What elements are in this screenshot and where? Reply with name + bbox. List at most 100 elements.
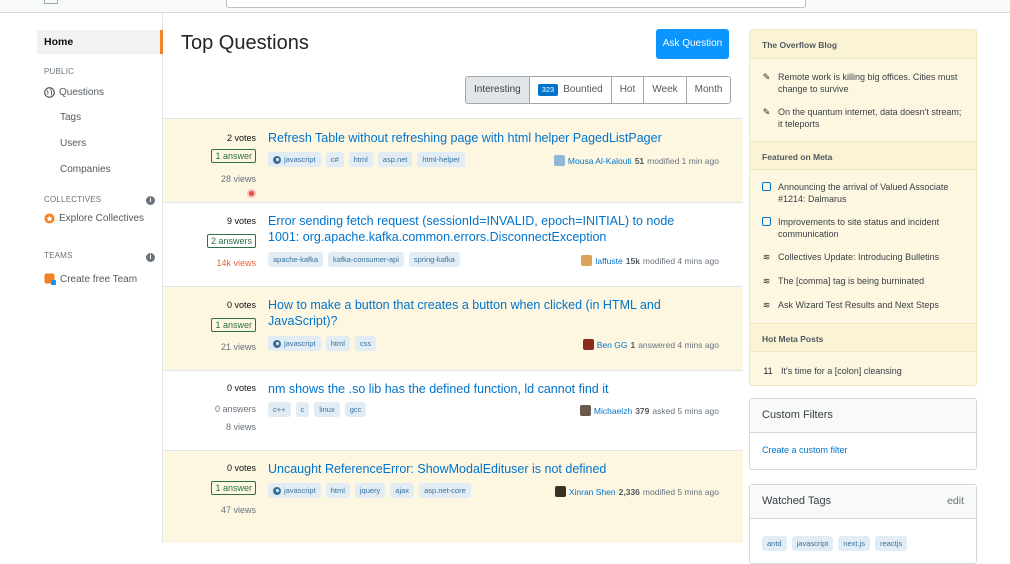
nav-companies[interactable]: Companies bbox=[60, 164, 111, 175]
nav-questions[interactable]: Questions bbox=[44, 87, 104, 98]
tag-aspnet[interactable]: asp.net bbox=[377, 152, 413, 167]
pencil-icon: ✎ bbox=[762, 72, 771, 82]
tag-html-helper[interactable]: html-helper bbox=[417, 152, 465, 167]
tag-html[interactable]: html bbox=[348, 152, 373, 167]
tag-javascript[interactable]: javascript bbox=[791, 536, 834, 551]
info-icon[interactable]: i bbox=[146, 196, 155, 205]
tag-aspnet-core[interactable]: asp.net-core bbox=[419, 483, 471, 498]
view-count: 47 views bbox=[220, 505, 256, 515]
edit-watched-tags-link[interactable]: edit bbox=[947, 495, 964, 507]
tag-jquery[interactable]: jquery bbox=[354, 483, 386, 498]
meta-item[interactable]: ≋ Collectives Update: Introducing Bulleti… bbox=[762, 251, 962, 263]
question-filter-tabs: Interesting 323 Bountied Hot Week Month bbox=[465, 76, 732, 104]
answer-count: 2 answers bbox=[206, 234, 256, 248]
tag-cpp[interactable]: c++ bbox=[268, 402, 291, 417]
activity-time: asked 5 mins ago bbox=[652, 405, 719, 416]
avatar[interactable] bbox=[554, 486, 566, 497]
search-input[interactable] bbox=[226, 0, 806, 8]
vote-count: 2 votes bbox=[226, 133, 256, 143]
tag-css[interactable]: css bbox=[354, 336, 377, 351]
user-name-link[interactable]: Ben GG bbox=[597, 340, 628, 350]
meta-item[interactable]: ≋ Ask Wizard Test Results and Next Steps bbox=[762, 299, 962, 311]
answer-count: 1 answer bbox=[211, 318, 256, 332]
page-title: Top Questions bbox=[181, 32, 309, 54]
tag-antd[interactable]: antd bbox=[762, 536, 787, 551]
avatar[interactable] bbox=[581, 255, 593, 266]
user-name-link[interactable]: Mousa Al-Kalouti bbox=[568, 156, 632, 166]
tag-label: javascript bbox=[284, 339, 316, 348]
info-icon[interactable]: i bbox=[146, 253, 155, 262]
answer-count: 1 answer bbox=[211, 481, 256, 495]
nav-tags[interactable]: Tags bbox=[60, 112, 81, 123]
meta-item-label: Announcing the arrival of Valued Associa… bbox=[778, 182, 949, 204]
tab-bountied[interactable]: 323 Bountied bbox=[529, 77, 612, 103]
tab-interesting[interactable]: Interesting bbox=[466, 77, 530, 103]
blog-widget: The Overflow Blog ✎ Remote work is killin… bbox=[749, 29, 977, 386]
meta-item[interactable]: Improvements to site status and incident… bbox=[762, 216, 962, 240]
tag-html[interactable]: html bbox=[325, 336, 350, 351]
tab-month[interactable]: Month bbox=[686, 77, 731, 103]
question-title-link[interactable]: How to make a button that creates a butt… bbox=[268, 297, 708, 329]
stack-icon: ≋ bbox=[762, 252, 771, 262]
answer-count: 1 answer bbox=[211, 149, 256, 163]
ask-question-button[interactable]: Ask Question bbox=[656, 29, 729, 59]
blog-item[interactable]: ✎ Remote work is killing big offices. Cit… bbox=[762, 71, 962, 95]
create-custom-filter-link[interactable]: Create a custom filter bbox=[750, 433, 976, 469]
nav-questions-label: Questions bbox=[59, 87, 105, 98]
menu-icon[interactable] bbox=[44, 0, 58, 4]
tag-javascript[interactable]: javascript bbox=[268, 483, 321, 498]
left-sidebar: Home PUBLIC Questions Tags Users Compani… bbox=[0, 13, 163, 543]
question-title-link[interactable]: Uncaught ReferenceError: ShowModalEditus… bbox=[268, 461, 708, 477]
tag-csharp[interactable]: c# bbox=[325, 152, 344, 167]
stack-icon: ≋ bbox=[762, 300, 771, 310]
tag-reactjs[interactable]: reactjs bbox=[874, 536, 908, 551]
tag-label: javascript bbox=[284, 155, 316, 164]
tag-javascript[interactable]: javascript bbox=[268, 152, 321, 167]
main-content: Top Questions Ask Question Interesting 3… bbox=[163, 13, 743, 543]
question-title-link[interactable]: Refresh Table without refreshing page wi… bbox=[268, 130, 708, 146]
tag-kafka-consumer-api[interactable]: kafka-consumer-api bbox=[328, 252, 404, 267]
avatar[interactable] bbox=[582, 339, 594, 350]
tab-hot[interactable]: Hot bbox=[611, 77, 645, 103]
avatar[interactable] bbox=[579, 405, 591, 416]
meta-item[interactable]: Announcing the arrival of Valued Associa… bbox=[762, 181, 962, 205]
meta-item[interactable]: ≋ The [comma] tag is being burninated bbox=[762, 275, 962, 287]
stack-icon: ≋ bbox=[762, 276, 771, 286]
avatar[interactable] bbox=[553, 155, 565, 166]
meta-item-label: The [comma] tag is being burninated bbox=[778, 276, 925, 286]
blog-item[interactable]: ✎ On the quantum internet, data doesn't s… bbox=[762, 106, 962, 130]
activity-time: answered 4 mins ago bbox=[638, 339, 719, 350]
activity-time: modified 5 mins ago bbox=[642, 486, 719, 497]
nav-users[interactable]: Users bbox=[60, 138, 86, 149]
question-row: 9 votes 2 answers 14k views Error sendin… bbox=[163, 202, 743, 286]
blog-item-label: On the quantum internet, data doesn't st… bbox=[778, 107, 962, 129]
user-name-link[interactable]: laffuste bbox=[595, 256, 622, 266]
vote-count: 9 votes bbox=[226, 216, 256, 226]
pencil-icon: ✎ bbox=[762, 107, 771, 117]
user-reputation: 51 bbox=[634, 155, 645, 166]
tag-c[interactable]: c bbox=[295, 402, 310, 417]
question-title-link[interactable]: nm shows the .so lib has the defined fun… bbox=[268, 381, 708, 397]
tag-javascript[interactable]: javascript bbox=[268, 336, 321, 351]
nav-explore-collectives[interactable]: Explore Collectives bbox=[44, 213, 144, 224]
tag-ajax[interactable]: ajax bbox=[390, 483, 415, 498]
tag-linux[interactable]: linux bbox=[314, 402, 340, 417]
tag-apache-kafka[interactable]: apache-kafka bbox=[268, 252, 324, 267]
tab-week[interactable]: Week bbox=[644, 77, 687, 103]
tag-gcc[interactable]: gcc bbox=[344, 402, 367, 417]
question-title-link[interactable]: Error sending fetch request (sessionId=I… bbox=[268, 213, 708, 245]
globe-icon bbox=[44, 87, 55, 98]
user-card: Xinran Shen 2,336 modified 5 mins ago bbox=[554, 486, 719, 497]
tag-nextjs[interactable]: next.js bbox=[838, 536, 870, 551]
user-name-link[interactable]: Michaelzh bbox=[594, 406, 632, 416]
user-name-link[interactable]: Xinran Shen bbox=[569, 487, 616, 497]
nav-home[interactable]: Home bbox=[37, 30, 163, 54]
user-reputation: 15k bbox=[625, 255, 640, 266]
hot-meta-item[interactable]: 11 It's time for a [colon] cleansing bbox=[762, 365, 962, 377]
nav-create-team[interactable]: Create free Team bbox=[44, 273, 137, 285]
answer-count: 0 answers bbox=[214, 404, 256, 414]
tag-spring-kafka[interactable]: spring-kafka bbox=[408, 252, 460, 267]
watched-tag-list: antd javascript next.js reactjs bbox=[750, 519, 976, 551]
tag-html[interactable]: html bbox=[325, 483, 350, 498]
meta-item-label: Improvements to site status and incident… bbox=[778, 217, 940, 239]
